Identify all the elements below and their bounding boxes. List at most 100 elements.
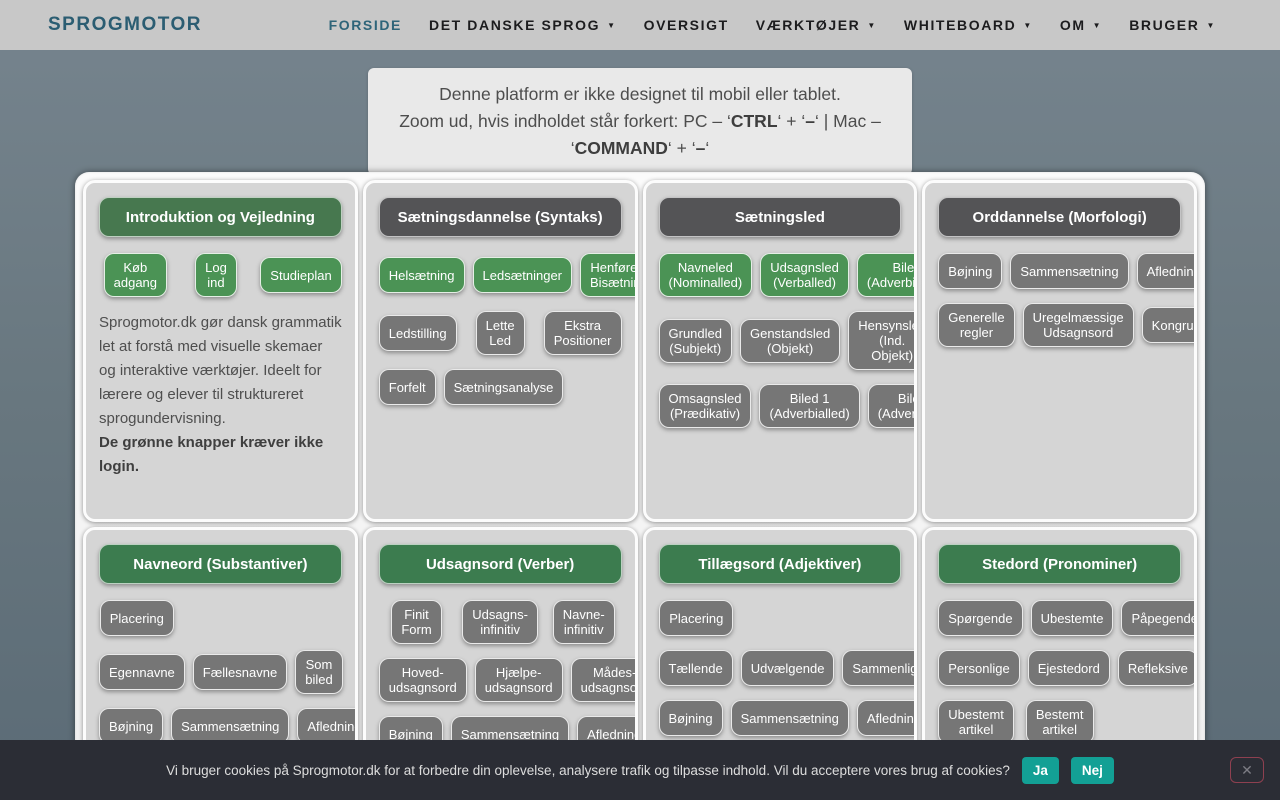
topic-button-udsagnsled-verballed[interactable]: Udsagnsled (Verballed) [760, 253, 849, 297]
topic-button-log-ind[interactable]: Log ind [195, 253, 237, 297]
topic-button-ekstra-positioner[interactable]: Ekstra Positioner [543, 311, 622, 355]
topic-button-sammensætning[interactable]: Sammensætning [171, 708, 290, 744]
topic-button-afledning[interactable]: Afledning [856, 700, 915, 736]
topic-button-placering[interactable]: Placering [99, 600, 174, 636]
nav-item-label: VÆRKTØJER [755, 17, 861, 33]
notice-text-segment: CTRL [730, 111, 778, 131]
topic-button-henførende-bisætninger[interactable]: Henførende Bisætninger [580, 253, 635, 297]
nav-items: FORSIDE DET DANSKE SPROG ▼ OVERSIGT VÆRK… [329, 17, 1216, 33]
nav-item-om[interactable]: OM ▼ [1060, 17, 1102, 33]
nav-item-whiteboard[interactable]: WHITEBOARD ▼ [904, 17, 1033, 33]
card-title: Orddannelse (Morfologi) [938, 197, 1181, 237]
topic-button-uregelmæssige-udsagnsord[interactable]: Uregelmæssige Udsagnsord [1022, 303, 1134, 347]
topic-button-afledning[interactable]: Afledning [297, 708, 355, 744]
nav-item-label: WHITEBOARD [903, 17, 1017, 33]
button-row: Ubestemt artikel Bestemt artikel [938, 700, 1181, 744]
cookie-accept-button[interactable]: Ja [1021, 756, 1059, 784]
topic-button-genstandsled-objekt[interactable]: Genstandsled (Objekt) [739, 318, 841, 363]
topic-button-biled-2-adverbialled[interactable]: Biled 2 (Adverbialled) [867, 384, 915, 428]
nav-item-label: OVERSIGT [643, 17, 729, 33]
card-title: Sætningsdannelse (Syntaks) [378, 197, 622, 237]
notice-text-segment: – [695, 138, 706, 158]
chevron-down-icon: ▼ [1206, 20, 1216, 30]
card-buttons: Placering Egennavne Fællesnavne Som biled Bø… [99, 600, 355, 744]
nav-item-label: BRUGER [1129, 17, 1200, 33]
topic-button-grundled-subjekt[interactable]: Grundled (Subjekt) [658, 318, 732, 363]
topic-button-ubestemte[interactable]: Ubestemte [1030, 600, 1114, 636]
topic-button-bestemt-artikel[interactable]: Bestemt artikel [1025, 700, 1094, 744]
topic-button-sammensætning[interactable]: Sammensætning [1010, 253, 1129, 289]
notice-text-segment: Denne platform er ikke designet til mobi… [439, 84, 841, 104]
topic-button-egennavne[interactable]: Egennavne [99, 654, 185, 690]
topic-button-sætningsanalyse[interactable]: Sætningsanalyse [443, 369, 564, 405]
topic-button-forfelt[interactable]: Forfelt [378, 369, 436, 405]
topic-button-omsagnsled-prædikativ[interactable]: Omsagnsled (Prædikativ) [658, 384, 752, 428]
card-buttons: Navneled (Nominalled) Udsagnsled (Verball… [658, 253, 915, 428]
card-buttons: Køb adgang Log ind Studieplan [99, 253, 342, 297]
card-title: Introduktion og Vejledning [99, 197, 342, 237]
card-orddannelse-morfologi: Orddannelse (Morfologi) Bøjning Sammensæt… [922, 180, 1197, 522]
card-buttons: Bøjning Sammensætning Afledning Generelle r… [938, 253, 1195, 347]
topic-button-spørgende[interactable]: Spørgende [938, 600, 1023, 636]
topic-button-personlige[interactable]: Personlige [938, 650, 1020, 686]
topic-button-ledsætninger[interactable]: Ledsætninger [472, 257, 573, 293]
topic-button-refleksive[interactable]: Refleksive [1117, 650, 1195, 686]
card-buttons: HelsætningLedsætningerHenførende Bisætni… [378, 253, 635, 405]
site-logo[interactable]: SPROGMOTOR [48, 14, 202, 36]
topic-button-tællende[interactable]: Tællende [658, 650, 733, 686]
topic-button-sammenlignende[interactable]: Sammenlignende [842, 650, 915, 686]
topic-button-fællesnavne[interactable]: Fællesnavne [192, 654, 288, 690]
topic-button-køb-adgang[interactable]: Køb adgang [103, 253, 168, 297]
button-row: Forfelt Sætningsanalyse [378, 369, 622, 405]
topic-button-biled-adverbialled[interactable]: Biled (Adverbialled) [856, 253, 915, 297]
button-row: Bøjning Sammensætning Afledning [658, 700, 915, 736]
topic-button-ejestedord[interactable]: Ejestedord [1027, 650, 1110, 686]
notice-text-segment: ‘ + ‘ [777, 111, 806, 131]
topic-button-navne-infinitiv[interactable]: Navne- infinitiv [552, 600, 615, 644]
topic-button-som-biled[interactable]: Som biled [295, 650, 343, 694]
button-row: Ledstilling Lette Led Ekstra Positioner [378, 311, 622, 355]
topic-button-hoved-udsagnsord[interactable]: Hoved- udsagnsord [378, 658, 467, 702]
notice-text-segment: – [805, 111, 815, 131]
topic-button-generelle-regler[interactable]: Generelle regler [938, 303, 1015, 347]
nav-item-værktøjer[interactable]: VÆRKTØJER ▼ [756, 17, 877, 33]
topic-button-afledning[interactable]: Afledning [1136, 253, 1195, 289]
card-buttons: Spørgende Ubestemte Påpegende Personlige Eje… [938, 600, 1195, 744]
cookie-close-button[interactable]: ✕ [1230, 757, 1264, 783]
topic-button-bøjning[interactable]: Bøjning [938, 253, 1003, 289]
topic-button-finit-form[interactable]: Finit Form [391, 600, 442, 644]
nav-item-oversigt[interactable]: OVERSIGT [644, 17, 729, 33]
topic-button-helsætning[interactable]: Helsætning [378, 257, 465, 293]
nav-item-det-danske-sprog[interactable]: DET DANSKE SPROG ▼ [429, 17, 617, 33]
topic-button-biled-1-adverbialled[interactable]: Biled 1 (Adverbialled) [759, 384, 860, 428]
topic-button-udsagns-infinitiv[interactable]: Udsagns- infinitiv [462, 600, 538, 644]
topic-button-ubestemt-artikel[interactable]: Ubestemt artikel [938, 700, 1014, 744]
card-description: Sprogmotor.dk gør dansk grammatik let at… [99, 314, 342, 427]
nav-item-forside[interactable]: FORSIDE [329, 17, 402, 33]
button-row: Placering [99, 600, 342, 636]
topic-button-hensynsled-ind-objekt[interactable]: Hensynsled (Ind. Objekt) [848, 311, 915, 370]
close-icon: ✕ [1241, 762, 1253, 778]
button-row: Hoved- udsagnsord Hjælpe- udsagnsord Mådes… [378, 658, 635, 702]
topic-button-placering[interactable]: Placering [659, 600, 734, 636]
topic-button-navneled-nominalled[interactable]: Navneled (Nominalled) [658, 253, 753, 297]
topic-button-påpegende[interactable]: Påpegende [1121, 600, 1195, 636]
button-row: Placering [659, 600, 902, 636]
topic-button-lette-led[interactable]: Lette Led [475, 311, 525, 355]
topic-button-studieplan[interactable]: Studieplan [260, 257, 342, 293]
nav-item-label: DET DANSKE SPROG [429, 17, 601, 33]
top-navigation-bar: SPROGMOTOR FORSIDE DET DANSKE SPROG ▼ OV… [0, 0, 1280, 50]
cookie-decline-button[interactable]: Nej [1070, 756, 1114, 784]
nav-item-bruger[interactable]: BRUGER ▼ [1129, 17, 1216, 33]
topic-button-ledstilling[interactable]: Ledstilling [378, 315, 457, 351]
topic-button-sammensætning[interactable]: Sammensætning [730, 700, 849, 736]
topic-button-mådes-udsagnsord[interactable]: Mådes- udsagnsord [570, 658, 635, 702]
topic-button-hjælpe-udsagnsord[interactable]: Hjælpe- udsagnsord [474, 658, 563, 702]
topic-button-udvælgende[interactable]: Udvælgende [740, 650, 835, 686]
card-title: Stedord (Pronominer) [938, 544, 1181, 584]
topic-button-kongruens[interactable]: Kongruens [1141, 307, 1195, 343]
button-row: Bøjning Sammensætning Afledning [99, 708, 355, 744]
topic-button-bøjning[interactable]: Bøjning [658, 700, 723, 736]
topic-button-bøjning[interactable]: Bøjning [99, 708, 164, 744]
card-title: Tillægsord (Adjektiver) [658, 544, 902, 584]
